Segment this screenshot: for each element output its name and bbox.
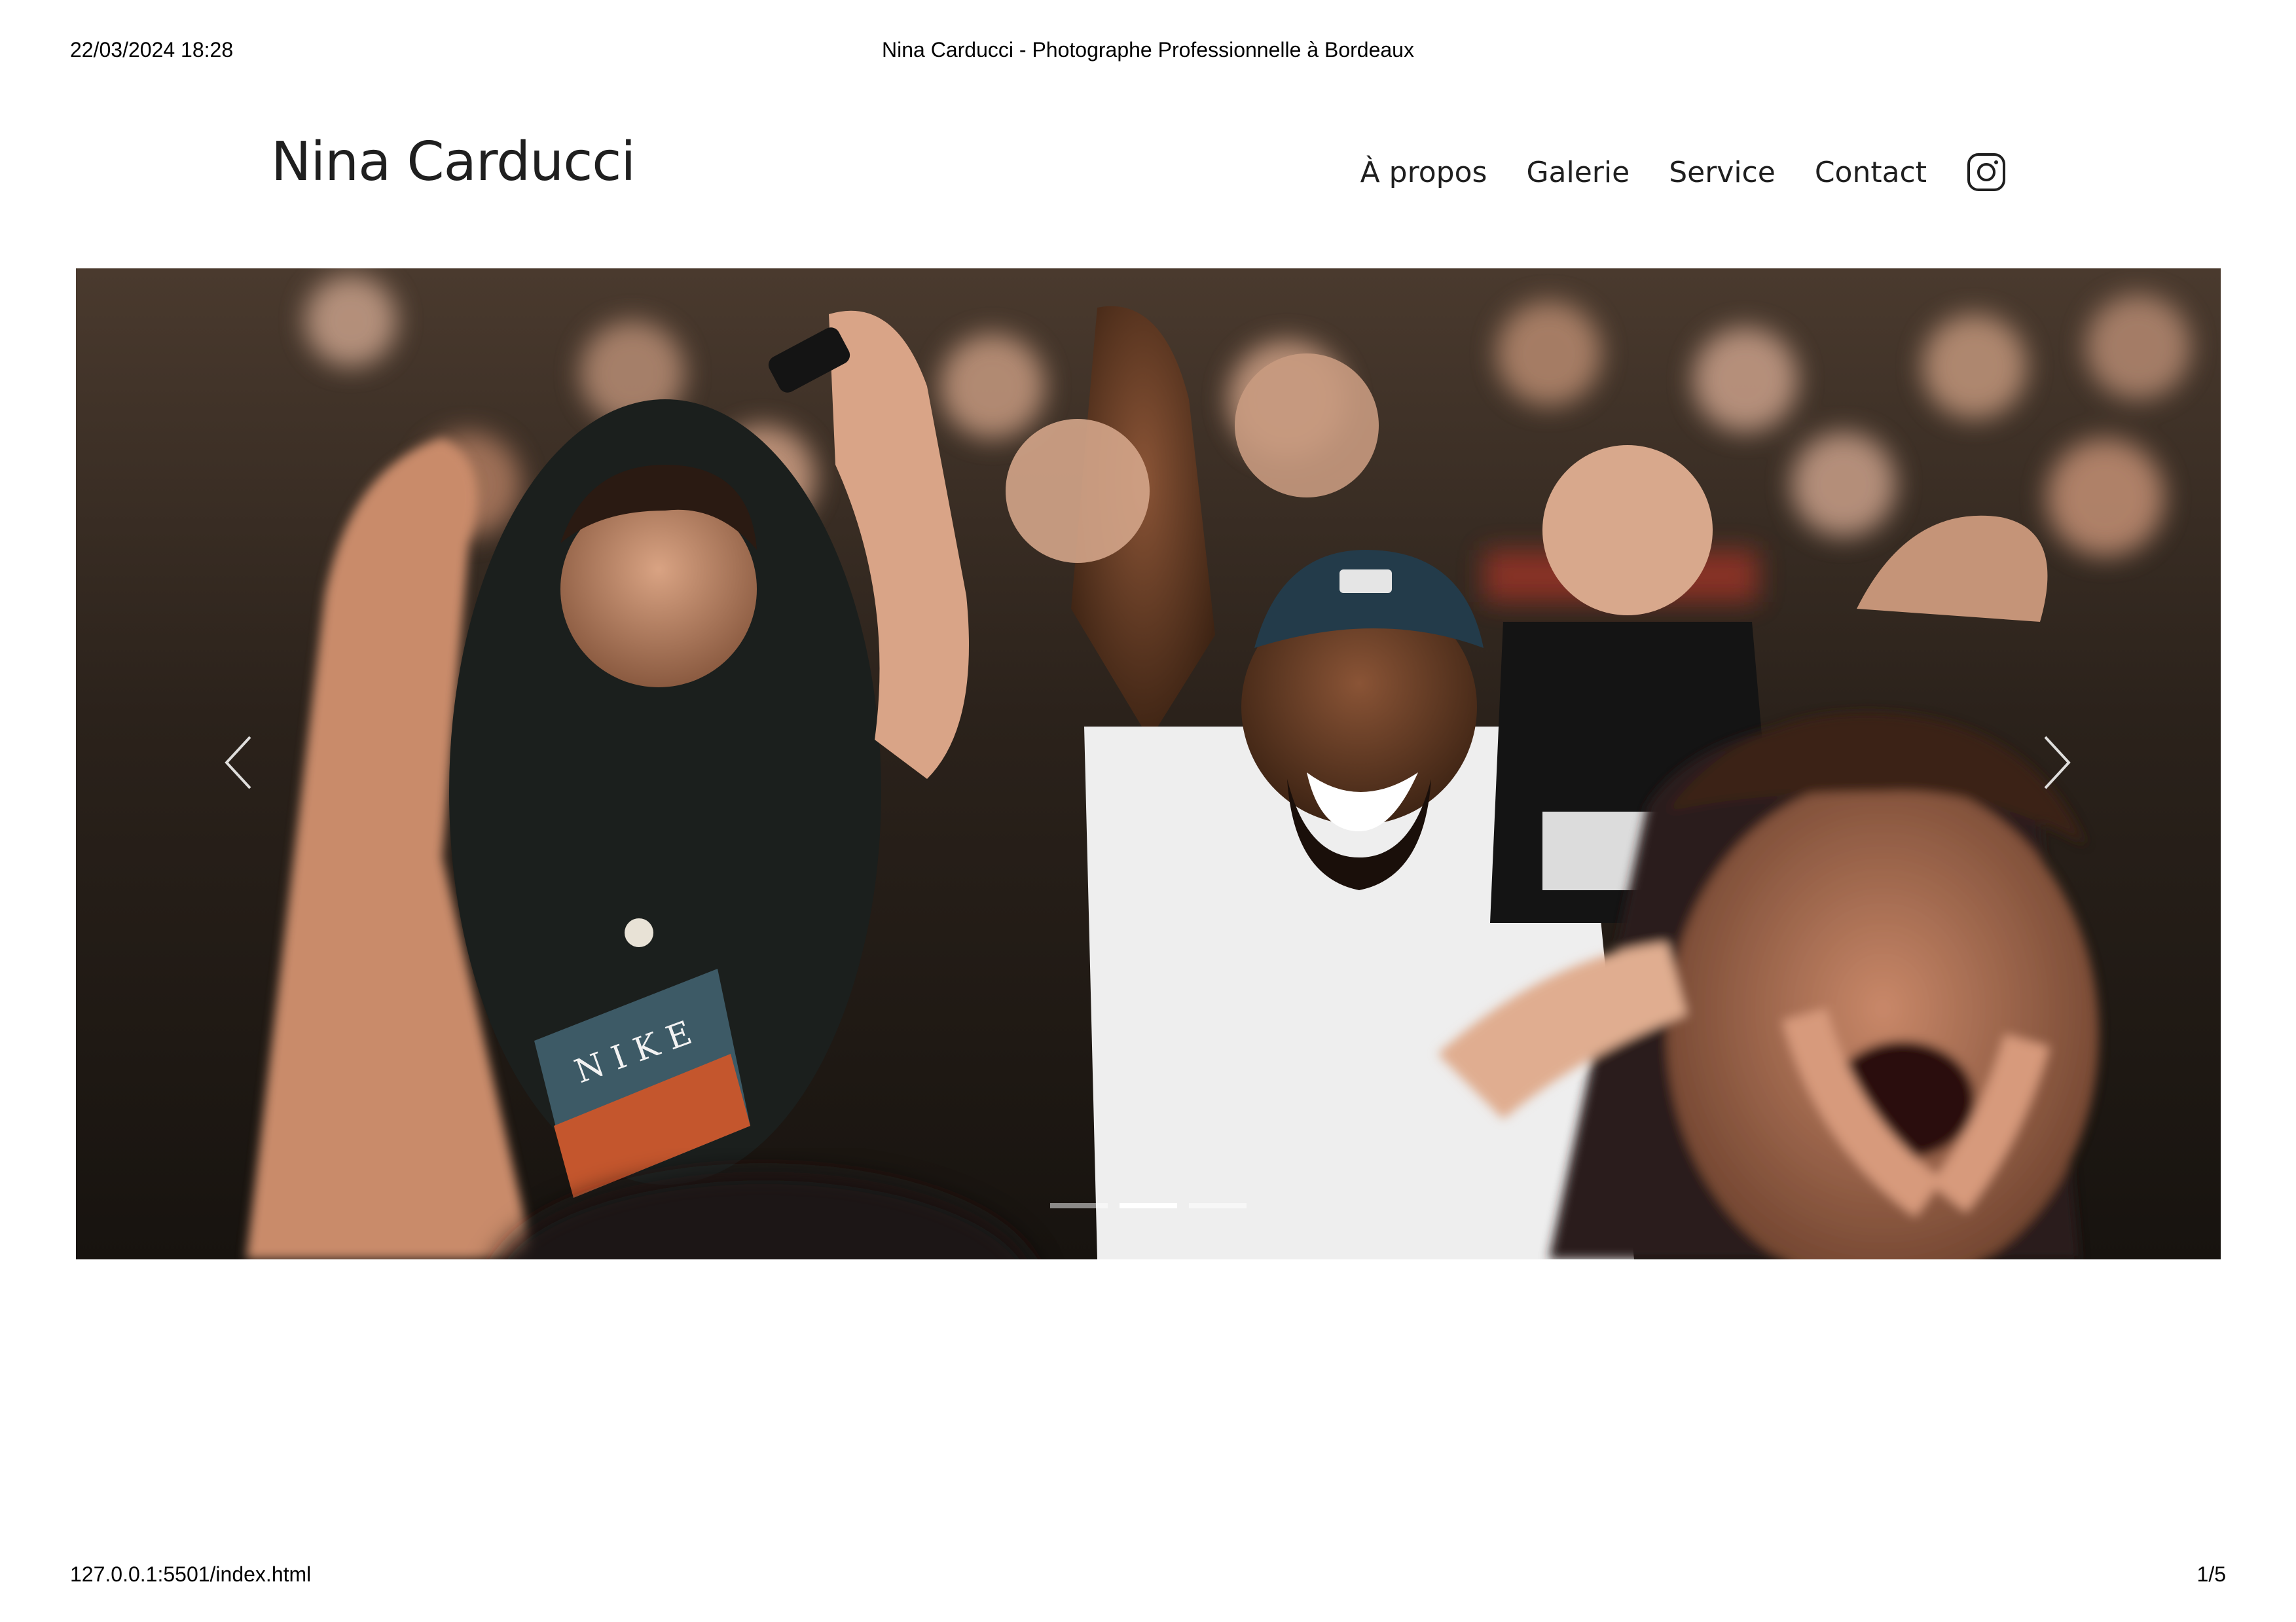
carousel-indicator-2[interactable] — [1120, 1203, 1177, 1208]
site-header: Nina Carducci À propos Galerie Service C… — [0, 0, 2296, 262]
site-brand[interactable]: Nina Carducci — [271, 131, 636, 193]
carousel-indicator-3[interactable] — [1189, 1203, 1247, 1208]
carousel-indicator-1[interactable] — [1050, 1203, 1108, 1208]
print-page-number: 1/5 — [2196, 1562, 2226, 1586]
concert-crowd-photo: N I K E — [76, 268, 2221, 1259]
nav-link-galerie[interactable]: Galerie — [1526, 156, 1630, 189]
main-nav: À propos Galerie Service Contact — [1360, 152, 2007, 192]
carousel-indicators — [1050, 1203, 1247, 1208]
chevron-right-icon[interactable] — [2037, 733, 2077, 792]
print-url: 127.0.0.1:5501/index.html — [70, 1562, 312, 1586]
hero-carousel: N I K E — [76, 268, 2221, 1259]
nav-link-contact[interactable]: Contact — [1815, 156, 1927, 189]
nav-link-service[interactable]: Service — [1669, 156, 1776, 189]
nav-link-a-propos[interactable]: À propos — [1360, 156, 1487, 189]
chevron-left-icon[interactable] — [219, 733, 258, 792]
instagram-icon[interactable] — [1966, 152, 2007, 192]
print-page: 22/03/2024 18:28 Nina Carducci - Photogr… — [0, 0, 2296, 1622]
